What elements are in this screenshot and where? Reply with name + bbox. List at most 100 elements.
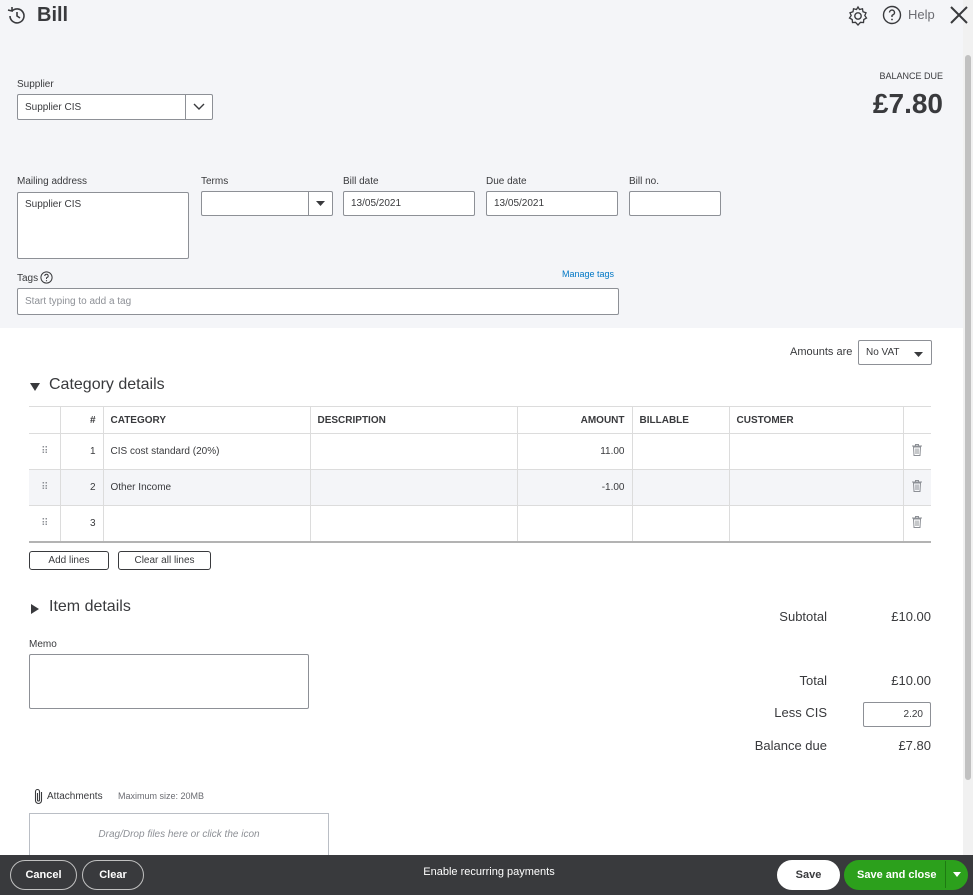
row-amount[interactable]: -1.00 [517,469,633,506]
due-date-field[interactable]: 13/05/2021 [486,191,618,216]
column-header-drag [29,406,61,434]
column-header-customer: CUSTOMER [729,406,904,434]
trash-icon[interactable] [903,433,931,470]
save-and-close-button[interactable]: Save and close [844,860,968,890]
enable-recurring-link[interactable]: Enable recurring payments [389,866,589,878]
amounts-are-select[interactable]: No VAT [858,340,932,365]
header-background [0,0,963,328]
supplier-label: Supplier [17,79,54,90]
row-customer[interactable] [729,505,904,543]
attachments-max-size: Maximum size: 20MB [118,791,205,801]
bill-date-field[interactable]: 13/05/2021 [343,191,475,216]
subtotal-label: Subtotal [779,609,827,624]
recent-transactions-icon[interactable] [6,5,28,30]
subtotal-value: £10.00 [891,609,931,624]
attachments-label: Attachments [47,791,103,802]
column-header-amount: AMOUNT [517,406,633,434]
amounts-are-label: Amounts are [790,346,853,358]
total-label: Total [799,673,827,688]
row-customer[interactable] [729,433,904,470]
row-billable[interactable] [632,433,730,470]
tags-help-icon[interactable] [40,271,53,287]
table-row[interactable]: ⠿ 3 [29,505,931,543]
bill-no-label: Bill no. [629,176,660,187]
gear-icon[interactable] [847,5,869,30]
manage-tags-link[interactable]: Manage tags [562,269,614,279]
row-billable[interactable] [632,505,730,543]
row-category[interactable]: Other Income [103,469,311,506]
bill-no-field[interactable] [629,191,721,216]
row-customer[interactable] [729,469,904,506]
less-cis-value: 2.20 [903,709,923,720]
clear-all-lines-button[interactable]: Clear all lines [118,551,211,570]
caret-down-icon [914,350,923,361]
row-amount[interactable] [517,505,633,543]
save-options-caret-icon[interactable] [945,861,967,888]
row-number: 3 [60,505,104,543]
row-number: 2 [60,469,104,506]
drag-handle-icon[interactable]: ⠿ [29,433,61,470]
row-category[interactable] [103,505,311,543]
row-description[interactable] [310,505,518,543]
amounts-are-value: No VAT [866,347,900,358]
row-description[interactable] [310,433,518,470]
memo-label: Memo [29,639,57,650]
bill-date-label: Bill date [343,176,379,187]
caret-down-icon[interactable] [308,192,332,215]
paperclip-icon[interactable] [33,788,44,808]
attachments-dropzone[interactable]: Drag/Drop files here or click the icon [29,813,329,855]
page-scrollbar-thumb[interactable] [965,55,971,780]
help-link[interactable]: Help [908,7,935,22]
table-header-row: # CATEGORY DESCRIPTION AMOUNT BILLABLE C… [29,406,931,434]
less-cis-label: Less CIS [774,705,827,720]
save-and-close-label: Save and close [857,869,937,881]
bill-date-value: 13/05/2021 [351,198,402,209]
total-value: £10.00 [891,673,931,688]
clear-button[interactable]: Clear [82,860,144,890]
trash-icon[interactable] [903,469,931,506]
column-header-billable: BILLABLE [632,406,730,434]
supplier-select[interactable]: Supplier CIS [17,94,213,120]
drag-handle-icon[interactable]: ⠿ [29,469,61,506]
chevron-down-icon[interactable] [185,95,212,119]
column-header-description: DESCRIPTION [310,406,518,434]
save-button[interactable]: Save [777,860,840,890]
trash-icon[interactable] [903,505,931,543]
row-number: 1 [60,433,104,470]
balance-due-amount: £7.80 [872,88,943,119]
mailing-address-value: Supplier CIS [25,199,82,210]
due-date-value: 13/05/2021 [494,198,545,209]
table-row[interactable]: ⠿ 1 CIS cost standard (20%) 11.00 [29,433,931,470]
page-title: Bill [37,4,69,26]
supplier-value: Supplier CIS [25,101,82,113]
close-icon[interactable] [949,5,969,28]
item-details-title[interactable]: Item details [49,598,131,616]
tags-input[interactable]: Start typing to add a tag [17,288,619,315]
terms-select[interactable] [201,191,333,216]
column-header-category: CATEGORY [103,406,311,434]
add-lines-button[interactable]: Add lines [29,551,109,570]
dropzone-text: Drag/Drop files here or click the icon [98,829,260,840]
category-table: # CATEGORY DESCRIPTION AMOUNT BILLABLE C… [29,406,931,543]
row-description[interactable] [310,469,518,506]
collapse-triangle-icon[interactable] [30,381,40,395]
column-header-num: # [60,406,104,434]
row-category[interactable]: CIS cost standard (20%) [103,433,311,470]
mailing-address-field[interactable]: Supplier CIS [17,192,189,259]
expand-triangle-icon[interactable] [30,603,39,617]
terms-label: Terms [201,176,229,187]
tags-placeholder: Start typing to add a tag [25,296,132,307]
memo-field[interactable] [29,654,309,709]
cancel-button[interactable]: Cancel [10,860,77,890]
row-amount[interactable]: 11.00 [517,433,633,470]
less-cis-field[interactable]: 2.20 [863,702,931,727]
table-row[interactable]: ⠿ 2 Other Income -1.00 [29,469,931,506]
row-billable[interactable] [632,469,730,506]
balance-due-label: BALANCE DUE [879,71,943,81]
help-icon[interactable] [882,5,902,28]
category-details-title[interactable]: Category details [49,376,165,394]
balance-due-summary-label: Balance due [754,738,827,753]
tags-label: Tags [17,273,39,284]
drag-handle-icon[interactable]: ⠿ [29,505,61,543]
column-header-actions [903,406,931,434]
